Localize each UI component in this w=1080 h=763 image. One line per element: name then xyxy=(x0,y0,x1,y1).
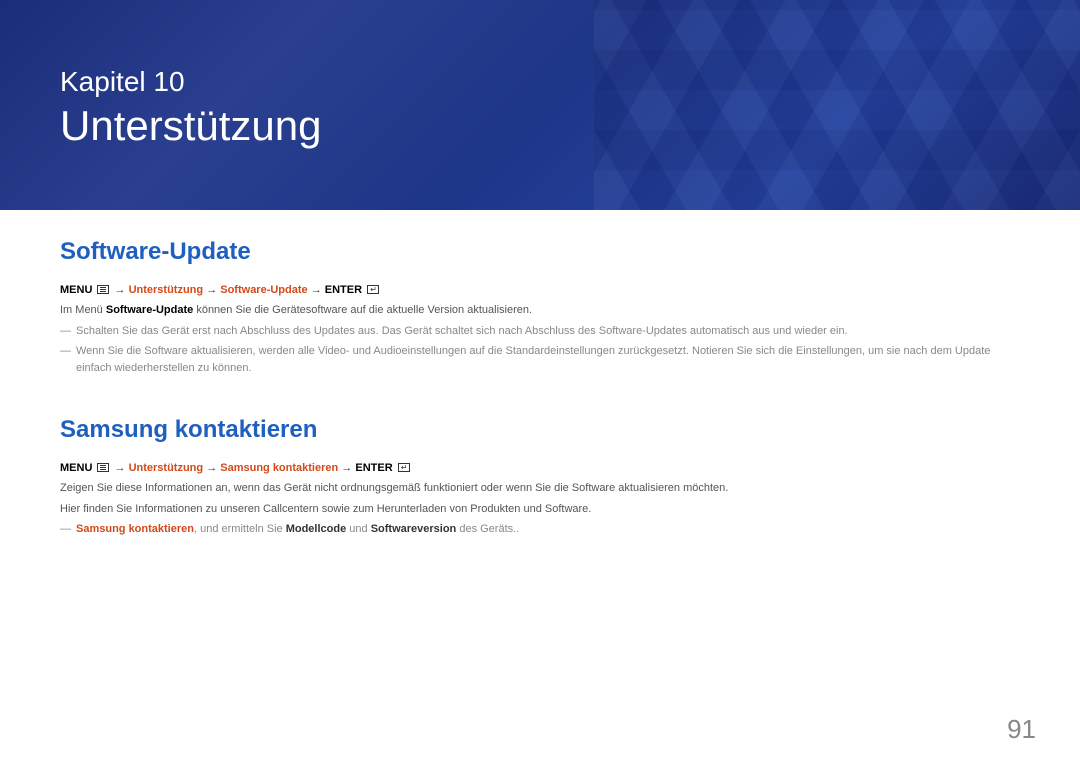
nav-segment-1: Unterstützung xyxy=(129,462,204,474)
note-mid-1: , und ermitteln Sie xyxy=(194,523,286,535)
note-orange-1: Samsung kontaktieren xyxy=(76,523,194,535)
page-number: 91 xyxy=(1007,714,1036,745)
nav-path-samsung-contact: MENU → Unterstützung → Samsung kontaktie… xyxy=(60,462,1020,474)
menu-icon xyxy=(97,285,109,294)
nav-enter-label: ENTER xyxy=(325,284,362,296)
nav-arrow: → xyxy=(115,284,129,296)
nav-segment-2: Software-Update xyxy=(220,284,307,296)
nav-arrow: → xyxy=(206,284,220,296)
enter-icon xyxy=(367,285,379,294)
body-bold: Software-Update xyxy=(106,304,193,316)
body-text-contact-1: Zeigen Sie diese Informationen an, wenn … xyxy=(60,480,1020,497)
note-bold-1: Modellcode xyxy=(286,523,347,535)
body-suffix: können Sie die Gerätesoftware auf die ak… xyxy=(193,304,532,316)
nav-segment-2: Samsung kontaktieren xyxy=(220,462,338,474)
note-mid-2: und xyxy=(346,523,370,535)
section-samsung-contact: Samsung kontaktieren MENU → Unterstützun… xyxy=(60,416,1020,538)
heading-samsung-contact: Samsung kontaktieren xyxy=(60,416,1020,444)
enter-icon xyxy=(398,463,410,472)
note-line-2: Wenn Sie die Software aktualisieren, wer… xyxy=(60,343,1020,376)
menu-icon xyxy=(97,463,109,472)
body-text-contact-2: Hier finden Sie Informationen zu unseren… xyxy=(60,501,1020,518)
nav-menu-label: MENU xyxy=(60,462,92,474)
nav-enter-label: ENTER xyxy=(355,462,392,474)
nav-arrow: → xyxy=(206,462,220,474)
nav-segment-1: Unterstützung xyxy=(129,284,204,296)
note-line-contact: Samsung kontaktieren, und ermitteln Sie … xyxy=(60,521,1020,538)
heading-software-update: Software-Update xyxy=(60,238,1020,266)
nav-arrow: → xyxy=(311,284,325,296)
note-suffix: des Geräts.. xyxy=(456,523,519,535)
chapter-title: Unterstützung xyxy=(60,102,1020,150)
body-text-software-update: Im Menü Software-Update können Sie die G… xyxy=(60,302,1020,319)
body-prefix: Im Menü xyxy=(60,304,106,316)
nav-arrow: → xyxy=(341,462,355,474)
page-content: Software-Update MENU → Unterstützung → S… xyxy=(0,210,1080,538)
nav-arrow: → xyxy=(115,462,129,474)
note-bold-2: Softwareversion xyxy=(371,523,457,535)
chapter-label: Kapitel 10 xyxy=(60,66,1020,98)
section-software-update: Software-Update MENU → Unterstützung → S… xyxy=(60,238,1020,376)
note-line-1: Schalten Sie das Gerät erst nach Abschlu… xyxy=(60,323,1020,340)
chapter-header-banner: Kapitel 10 Unterstützung xyxy=(0,0,1080,210)
nav-menu-label: MENU xyxy=(60,284,92,296)
nav-path-software-update: MENU → Unterstützung → Software-Update →… xyxy=(60,284,1020,296)
